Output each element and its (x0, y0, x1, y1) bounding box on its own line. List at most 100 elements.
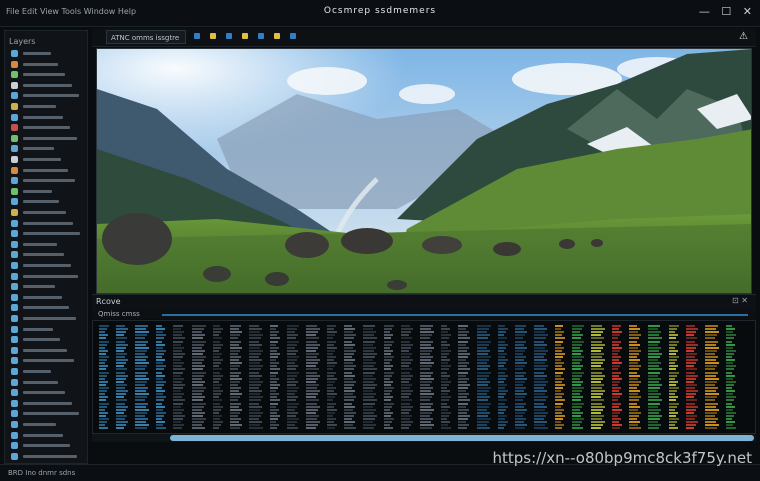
sidebar-item[interactable] (11, 123, 83, 133)
data-cell (726, 377, 733, 380)
toolbar-button[interactable] (210, 33, 216, 39)
sidebar-item[interactable] (11, 70, 83, 80)
sidebar-item[interactable] (11, 187, 83, 197)
sidebar-item[interactable] (11, 261, 83, 271)
warning-icon[interactable]: ⚠ (739, 31, 748, 42)
toolbar-button[interactable] (290, 33, 296, 39)
data-cell (498, 362, 506, 365)
data-cell (249, 405, 262, 408)
toolbar-button[interactable] (242, 33, 248, 39)
sidebar-item[interactable] (11, 388, 83, 398)
sidebar-item[interactable] (11, 346, 83, 356)
tab-document[interactable]: ATNC omms issgtre (106, 30, 186, 44)
sidebar-item[interactable] (11, 378, 83, 388)
panel-title: Rcove (96, 297, 121, 306)
sidebar-item[interactable] (11, 441, 83, 451)
sidebar-item-label (23, 317, 76, 320)
sidebar-item[interactable] (11, 282, 83, 292)
data-cell (420, 349, 432, 352)
sidebar-item[interactable] (11, 229, 83, 239)
sidebar-item[interactable] (11, 91, 83, 101)
sidebar-item[interactable] (11, 250, 83, 260)
close-button[interactable]: ✕ (743, 5, 752, 18)
sidebar-item[interactable] (11, 303, 83, 313)
data-cell (344, 374, 355, 377)
timeline-track[interactable] (162, 314, 748, 316)
sidebar-item[interactable] (11, 420, 83, 430)
sidebar-item[interactable] (11, 197, 83, 207)
sidebar-item[interactable] (11, 134, 83, 144)
data-cell (498, 427, 504, 430)
data-cell (477, 396, 490, 399)
data-cell (230, 405, 239, 408)
scrollbar-thumb[interactable] (170, 435, 754, 441)
data-cell (344, 399, 354, 402)
sidebar-item[interactable] (11, 176, 83, 186)
data-cell (441, 359, 450, 362)
data-grid[interactable] (92, 320, 756, 434)
sidebar-item[interactable] (11, 409, 83, 419)
data-cell (213, 371, 220, 374)
data-cell (213, 414, 222, 417)
sidebar-item[interactable] (11, 356, 83, 366)
minimize-button[interactable]: — (699, 5, 710, 18)
sidebar-item[interactable] (11, 166, 83, 176)
data-cell (629, 340, 637, 343)
sidebar-item[interactable] (11, 144, 83, 154)
sidebar-item[interactable] (11, 399, 83, 409)
sidebar-item[interactable] (11, 367, 83, 377)
sidebar-item[interactable] (11, 155, 83, 165)
data-cell (498, 408, 506, 411)
data-cell (344, 334, 356, 337)
sidebar-item[interactable] (11, 60, 83, 70)
data-cell (612, 383, 618, 386)
data-column (532, 325, 550, 431)
sidebar-item[interactable] (11, 293, 83, 303)
sidebar-item[interactable] (11, 431, 83, 441)
data-cell (498, 359, 508, 362)
data-cell (477, 383, 488, 386)
sidebar-item[interactable] (11, 335, 83, 345)
sidebar-item-label (23, 232, 80, 236)
data-cell (249, 383, 261, 386)
toolbar-button[interactable] (194, 33, 200, 39)
sidebar-item[interactable] (11, 208, 83, 218)
sidebar-item[interactable] (11, 240, 83, 250)
sidebar-item[interactable] (11, 272, 83, 282)
sidebar-item[interactable] (11, 452, 83, 462)
data-cell (534, 427, 548, 430)
toolbar-button[interactable] (258, 33, 264, 39)
data-cell (306, 362, 318, 365)
data-cell (384, 424, 390, 427)
panel-controls[interactable]: ⊡ ✕ (732, 296, 748, 305)
data-cell (287, 337, 296, 340)
data-cell (135, 408, 149, 411)
toolbar-button[interactable] (274, 33, 280, 39)
data-cell (270, 325, 278, 327)
image-viewer[interactable] (96, 48, 752, 294)
layer-icon (11, 262, 18, 269)
data-cell (477, 346, 487, 349)
data-cell (156, 393, 163, 396)
sidebar-item-label (23, 94, 79, 98)
sidebar-item[interactable] (11, 113, 83, 123)
data-cell (249, 365, 263, 368)
horizontal-scrollbar[interactable] (92, 434, 756, 442)
sidebar-item[interactable] (11, 81, 83, 91)
sidebar-item[interactable] (11, 102, 83, 112)
sidebar-item[interactable] (11, 314, 83, 324)
data-cell (686, 359, 698, 362)
sidebar-item[interactable] (11, 325, 83, 335)
data-cell (270, 418, 278, 420)
panel-subtab[interactable]: Qmiss cmss (98, 310, 140, 318)
sidebar-item[interactable] (11, 49, 83, 59)
sidebar-item-label (23, 295, 62, 299)
data-cell (249, 349, 263, 352)
data-cell (116, 362, 126, 365)
data-cell (363, 334, 374, 337)
toolbar-button[interactable] (226, 33, 232, 39)
sidebar-item[interactable] (11, 219, 83, 229)
data-cell (629, 328, 640, 331)
maximize-button[interactable]: ☐ (721, 5, 731, 18)
status-bar: BRD Ino dnmr sdns https://xn--o80bp9mc8c… (0, 449, 760, 481)
